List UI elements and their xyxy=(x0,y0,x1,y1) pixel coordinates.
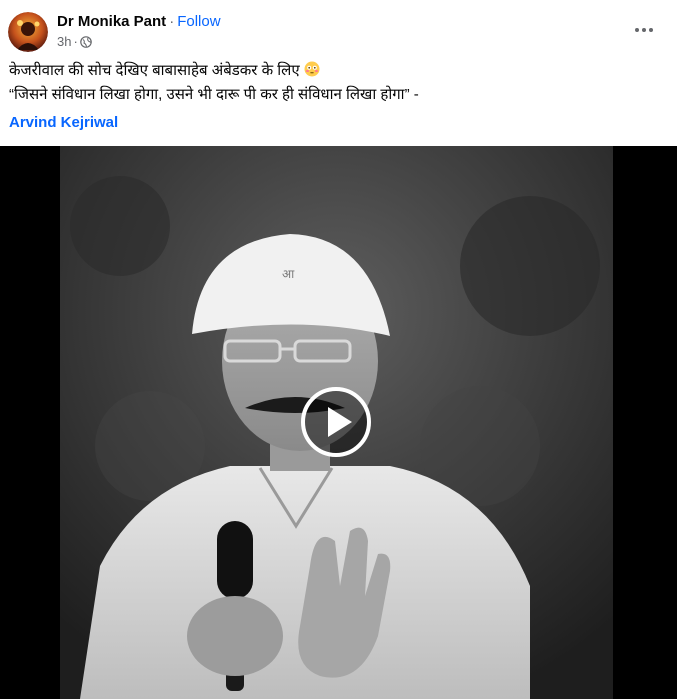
author-name[interactable]: Dr Monika Pant xyxy=(57,13,166,30)
more-options-button[interactable] xyxy=(626,16,662,44)
play-icon xyxy=(301,387,371,457)
author-avatar[interactable] xyxy=(8,12,48,52)
flushed-face-emoji-icon xyxy=(304,61,320,84)
follow-button[interactable]: Follow xyxy=(177,13,220,30)
separator-dot: · xyxy=(169,13,175,30)
author-line: Dr Monika Pant · Follow xyxy=(57,13,221,31)
post-text-line-1: केजरीवाल की सोच देखिए बाबासाहेब अंबेडकर … xyxy=(9,60,669,84)
svg-text:आ: आ xyxy=(282,267,295,281)
mention-link[interactable]: Arvind Kejriwal xyxy=(9,112,118,134)
more-horizontal-icon xyxy=(635,28,639,32)
video-player[interactable]: आ xyxy=(0,146,677,699)
meta-separator: · xyxy=(73,34,78,49)
post-meta: 3h · xyxy=(57,34,92,49)
post-text-line-1-content: केजरीवाल की सोच देखिए बाबासाहेब अंबेडकर … xyxy=(9,62,300,79)
facebook-post: Dr Monika Pant · Follow 3h · केजरीवाल की स… xyxy=(0,0,677,699)
post-text-line-2: “जिसने संविधान लिखा होगा, उसने भी दारू प… xyxy=(9,86,419,103)
play-button[interactable] xyxy=(300,386,372,458)
post-header: Dr Monika Pant · Follow 3h · xyxy=(0,0,677,60)
timestamp[interactable]: 3h xyxy=(57,34,71,49)
globe-icon[interactable] xyxy=(80,35,92,48)
post-body: केजरीवाल की सोच देखिए बाबासाहेब अंबेडकर … xyxy=(9,60,669,134)
